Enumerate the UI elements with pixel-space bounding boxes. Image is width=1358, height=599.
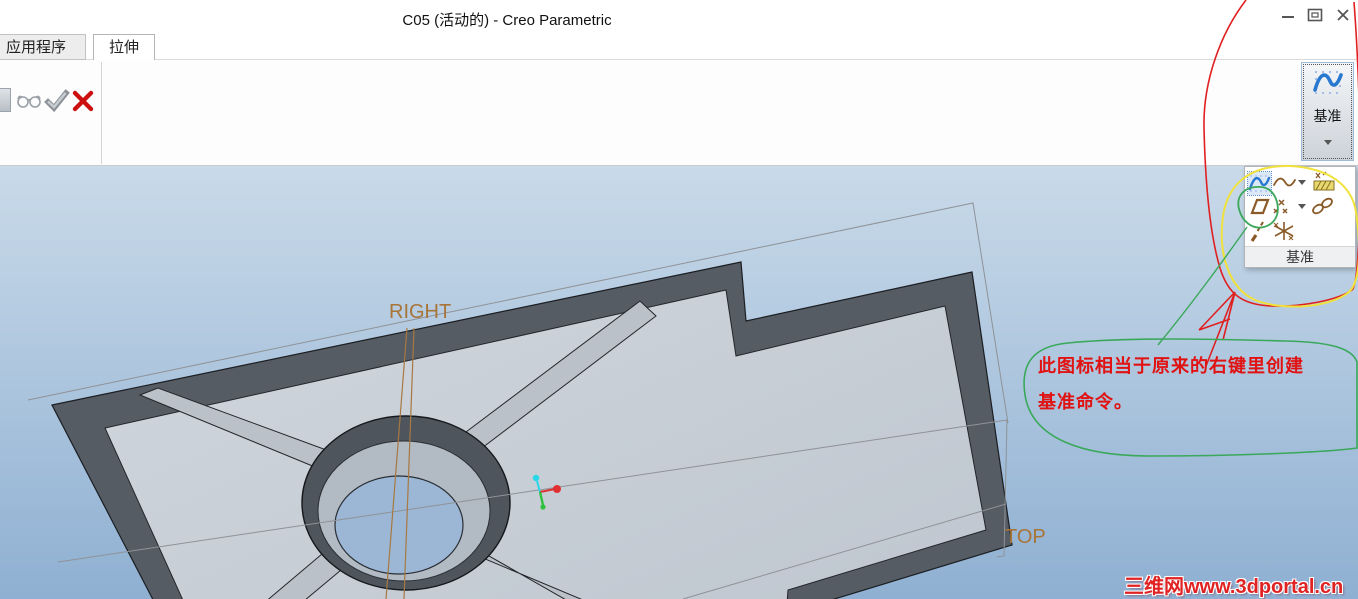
curve-wave-icon[interactable] [1272,175,1297,190]
datum-group-button[interactable]: 基准 [1301,62,1354,161]
datum-plane-icon[interactable] [1248,196,1272,217]
points-dropdown-arrow[interactable] [1298,204,1306,209]
minimize-button[interactable] [1280,8,1296,22]
datum-axis-icon[interactable] [1249,219,1269,243]
tab-extrude[interactable]: 拉伸 [93,34,155,61]
top-plane-label[interactable]: TOP [1005,526,1046,549]
right-plane-label[interactable]: RIGHT [389,301,451,324]
group-separator [101,62,102,164]
ribbon-tab-row: 应用程序 拉伸 [0,32,1358,61]
datum-link-icon[interactable] [1309,196,1337,216]
ribbon: 基准 [0,60,1358,166]
annotation-note-line2: 基准命令。 [1038,392,1133,412]
datum-group-label: 基准 [1245,246,1355,267]
close-button[interactable] [1335,8,1351,22]
annotation-note-line1: 此图标相当于原来的右键里创建 [1038,356,1304,376]
cancel-x-icon[interactable] [72,90,94,112]
window-title: C05 (活动的) - Creo Parametric [402,12,612,29]
datum-dropdown-panel: 基准 [1244,166,1356,268]
part-center-hole[interactable] [334,475,464,575]
curve-dropdown-arrow[interactable] [1298,180,1306,185]
verify-glasses-icon[interactable] [15,92,43,109]
part-floor[interactable] [104,289,987,599]
datum-sketch-icon[interactable] [1311,171,1337,193]
feature-preview-stub-icon[interactable] [0,88,11,112]
datum-dropdown-arrow-icon [1323,140,1332,145]
datum-points-icon[interactable] [1272,197,1294,217]
datum-curve-icon [1312,70,1343,95]
title-bar: C05 (活动的) - Creo Parametric ? [0,0,1358,56]
3d-viewport[interactable] [0,166,1358,599]
datum-csys-icon[interactable] [1272,220,1296,242]
tab-application[interactable]: 应用程序 [0,34,86,60]
graphics-area: RIGHT TOP [0,166,1358,599]
maximize-button[interactable] [1307,8,1323,22]
app-window: C05 (活动的) - Creo Parametric ? 应用程序 拉伸 [0,0,1358,599]
datum-button-label: 基准 [1313,108,1342,124]
datum-curve-icon[interactable] [1247,171,1272,196]
watermark: 三维网www.3dportal.cn [1124,576,1344,598]
accept-check-icon[interactable] [44,88,70,114]
